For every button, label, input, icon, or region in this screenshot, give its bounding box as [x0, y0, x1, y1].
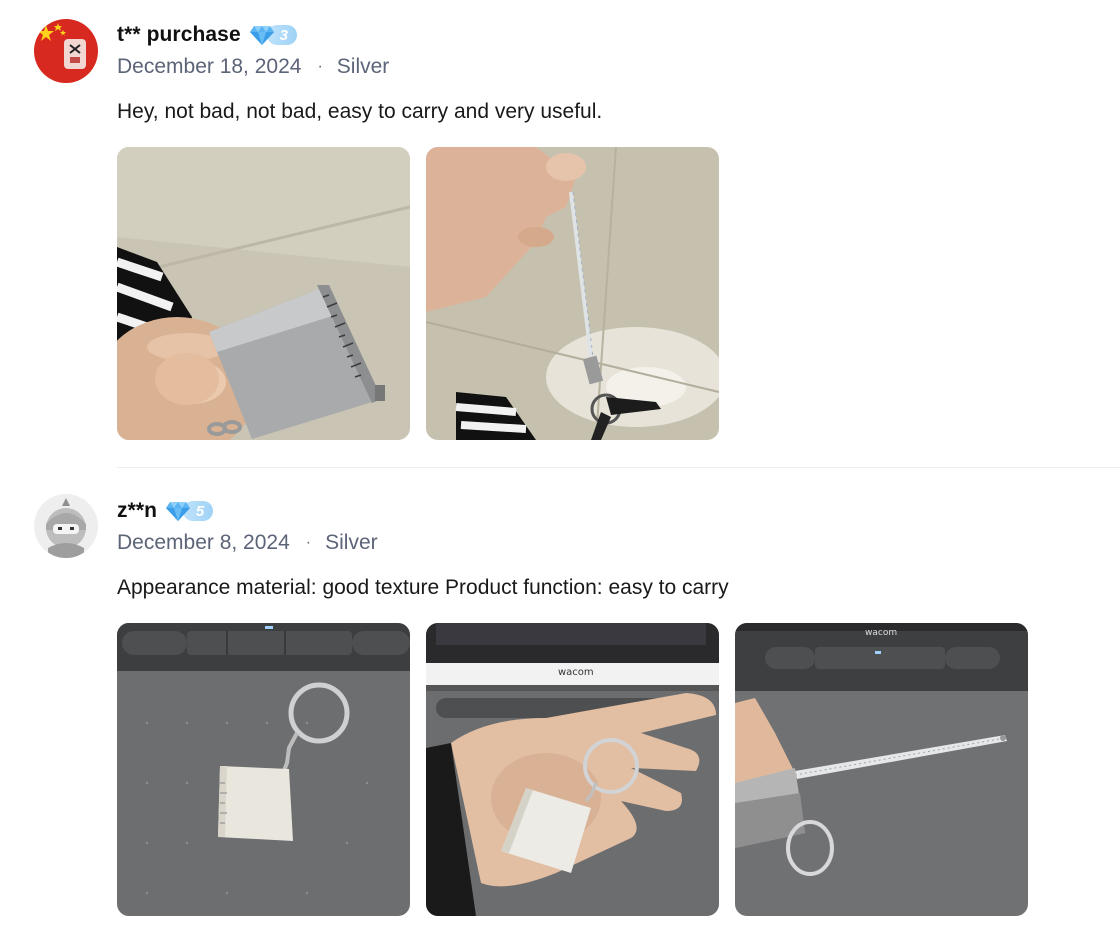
- review-photos: wacom wacom: [117, 623, 1028, 916]
- user-info: z**n 5: [117, 496, 214, 526]
- review-photo[interactable]: [426, 147, 719, 440]
- diamond-gem-icon: [249, 26, 274, 45]
- review-divider: [117, 467, 1120, 468]
- ninja-cartoon-avatar-icon: [34, 494, 98, 558]
- photo-tape-extended-from-hand: [426, 147, 719, 440]
- review-meta: December 18, 2024 · Silver: [117, 55, 389, 79]
- review-date: December 18, 2024: [117, 55, 302, 78]
- photo-keychain-on-tablet: [117, 623, 410, 916]
- user-avatar[interactable]: [34, 494, 98, 558]
- username[interactable]: z**n: [117, 499, 157, 523]
- level-badge: 5: [165, 500, 214, 522]
- svg-text:wacom: wacom: [558, 667, 594, 678]
- review-date: December 8, 2024: [117, 531, 290, 554]
- level-badge: 3: [249, 24, 297, 46]
- review-text: Appearance material: good texture Produc…: [117, 576, 729, 599]
- variant-label: Silver: [325, 531, 378, 554]
- review-meta: December 8, 2024 · Silver: [117, 531, 378, 555]
- review-photos: [117, 147, 719, 440]
- review-photo[interactable]: [117, 623, 410, 916]
- username[interactable]: t** purchase: [117, 23, 241, 47]
- user-info: t** purchase 3: [117, 20, 297, 50]
- diamond-gem-icon: [166, 502, 191, 521]
- review-text: Hey, not bad, not bad, easy to carry and…: [117, 100, 603, 123]
- review-photo[interactable]: wacom: [735, 623, 1028, 916]
- review-photo[interactable]: [117, 147, 410, 440]
- meta-separator: ·: [317, 58, 323, 75]
- photo-ruler-card-in-hand: [117, 147, 410, 440]
- review-photo[interactable]: wacom: [426, 623, 719, 916]
- svg-text:wacom: wacom: [865, 628, 897, 638]
- china-flag-avatar-icon: [34, 19, 98, 83]
- photo-tape-pulled-out: wacom: [735, 623, 1028, 916]
- meta-separator: ·: [305, 534, 312, 551]
- user-avatar[interactable]: [34, 19, 98, 83]
- variant-label: Silver: [336, 55, 390, 78]
- photo-keychain-in-palm: wacom: [426, 623, 719, 916]
